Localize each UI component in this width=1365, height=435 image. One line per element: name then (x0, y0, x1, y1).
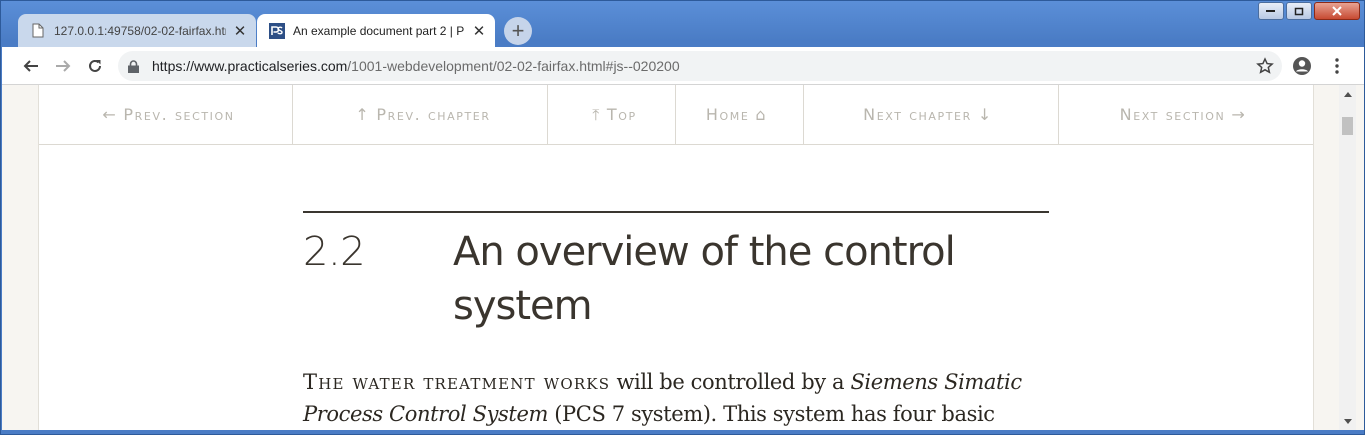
document-page: ← Prev. section ↑ Prev. chapter ⤒ Top Ho… (38, 85, 1314, 430)
tab-strip: 127.0.0.1:49758/02-02-fairfax.htm ✕ An e… (1, 1, 1364, 47)
lock-icon (128, 59, 142, 73)
home-icon: ⌂ (755, 105, 768, 124)
document-icon (30, 23, 46, 39)
top-link[interactable]: ⤒ Top (548, 85, 676, 144)
restore-button[interactable] (1286, 2, 1312, 20)
site-favicon-icon (269, 22, 285, 39)
browser-window: 127.0.0.1:49758/02-02-fairfax.htm ✕ An e… (0, 0, 1365, 435)
reload-icon[interactable] (82, 53, 108, 79)
more-menu-icon[interactable] (1326, 55, 1348, 77)
next-section-link[interactable]: Next section → (1059, 85, 1313, 144)
forward-icon[interactable] (50, 53, 76, 79)
browser-toolbar: https://www.practicalseries.com/1001-web… (2, 47, 1364, 85)
section-number: 2.2 (303, 229, 366, 275)
tab-example-document[interactable]: An example document part 2 | Pr ✕ (257, 14, 495, 47)
prev-section-label: Prev. section (123, 105, 235, 124)
prev-chapter-label: Prev. chapter (376, 105, 491, 124)
body-paragraph: The water treatment works will be contro… (303, 366, 1063, 430)
section-navigation: ← Prev. section ↑ Prev. chapter ⤒ Top Ho… (39, 85, 1313, 145)
scroll-down-icon[interactable] (1339, 414, 1356, 428)
scrollbar-thumb[interactable] (1342, 117, 1353, 135)
arrow-to-top-icon: ⤒ (592, 104, 601, 124)
arrow-down-icon: ↓ (977, 105, 993, 124)
url-path: /1001-webdevelopment/02-02-fairfax.html#… (347, 58, 680, 74)
url-host: https://www.practicalseries.com (152, 58, 348, 74)
next-chapter-label: Next chapter (863, 105, 972, 124)
tab-title: An example document part 2 | Pr (293, 23, 465, 38)
close-icon[interactable]: ✕ (471, 23, 487, 40)
close-icon[interactable]: ✕ (232, 23, 248, 40)
paragraph-text: will be controlled by a (610, 370, 851, 394)
page-viewport: ← Prev. section ↑ Prev. chapter ⤒ Top Ho… (2, 85, 1364, 430)
tab-title: 127.0.0.1:49758/02-02-fairfax.htm (54, 23, 226, 38)
arrow-up-icon: ↑ (355, 105, 371, 124)
tab-local-file[interactable]: 127.0.0.1:49758/02-02-fairfax.htm ✕ (18, 14, 256, 47)
scroll-up-icon[interactable] (1339, 87, 1356, 101)
window-controls (1256, 2, 1360, 20)
close-window-button[interactable] (1314, 2, 1360, 20)
prev-chapter-link[interactable]: ↑ Prev. chapter (293, 85, 548, 144)
paragraph-text: (PCS 7 system). This system has four bas… (547, 402, 995, 426)
profile-avatar-icon[interactable] (1291, 55, 1313, 77)
new-tab-button[interactable]: + (504, 17, 532, 45)
arrow-right-icon: → (1231, 105, 1247, 124)
minimize-button[interactable] (1258, 2, 1284, 20)
vertical-scrollbar[interactable] (1339, 85, 1356, 430)
star-icon[interactable] (1256, 57, 1274, 75)
next-section-label: Next section (1119, 105, 1226, 124)
heading-rule (303, 211, 1049, 213)
prev-section-link[interactable]: ← Prev. section (39, 85, 293, 144)
back-icon[interactable] (18, 53, 44, 79)
home-label: Home (705, 105, 750, 124)
home-link[interactable]: Home ⌂ (676, 85, 804, 144)
section-title: An overview of the control system (453, 229, 956, 329)
arrow-left-icon: ← (102, 105, 118, 124)
address-bar[interactable]: https://www.practicalseries.com/1001-web… (118, 51, 1282, 81)
top-label: Top (606, 105, 637, 124)
next-chapter-link[interactable]: Next chapter ↓ (804, 85, 1059, 144)
lead-in-text: The water treatment works (303, 370, 611, 394)
